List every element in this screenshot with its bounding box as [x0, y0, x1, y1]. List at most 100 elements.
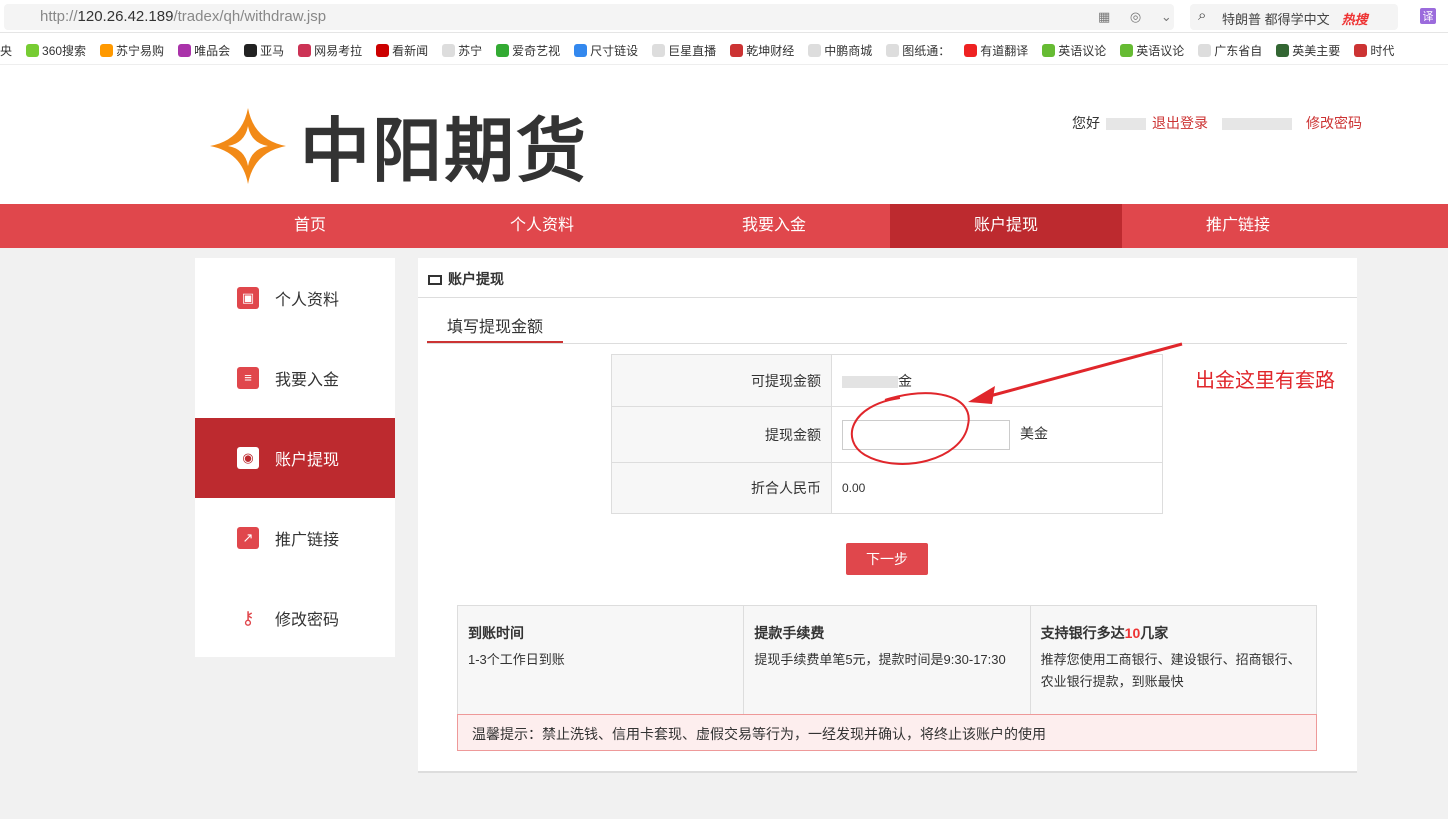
sidebar-item-withdraw[interactable]: ◉ 账户提现	[195, 418, 395, 498]
bookmark-label: 央	[0, 44, 13, 58]
contact-icon: ▣	[237, 287, 259, 309]
url-scheme: http://	[40, 8, 78, 25]
tab-divider	[427, 343, 1347, 344]
nav-deposit[interactable]: 我要入金	[658, 204, 890, 248]
bookmark-favicon-icon	[574, 44, 588, 57]
bookmark-label: 爱奇艺视	[512, 44, 561, 58]
sidebar-item-label: 修改密码	[275, 612, 340, 629]
bookmark-item[interactable]: 中鹏商城	[808, 44, 872, 58]
nav-withdraw[interactable]: 账户提现	[890, 204, 1122, 248]
bookmark-favicon-icon	[442, 44, 456, 57]
bookmark-item[interactable]: 英语议论	[1042, 44, 1106, 58]
bookmark-item[interactable]: 广东省自	[1198, 44, 1262, 58]
bookmark-favicon-icon	[244, 44, 258, 57]
sidebar-item-password[interactable]: ⚷ 修改密码	[195, 578, 395, 658]
bookmark-item[interactable]: 有道翻译	[964, 44, 1028, 58]
nav-home[interactable]: 首页	[194, 204, 426, 248]
browser-search-box[interactable]: ⌕ 特朗普 都得学中文 热搜	[1190, 4, 1398, 30]
logo[interactable]: 中阳期货	[210, 95, 588, 196]
search-text: 特朗普 都得学中文	[1222, 12, 1330, 27]
bookmark-label: 时代	[1370, 44, 1395, 58]
warning-notice: 温馨提示：禁止洗钱、信用卡套现、虚假交易等行为，一经发现并确认，将终止该账户的使…	[457, 714, 1317, 751]
nav-profile[interactable]: 个人资料	[426, 204, 658, 248]
bookmark-item[interactable]: 看新闻	[376, 44, 428, 58]
bookmark-item[interactable]: 巨星直播	[652, 44, 716, 58]
available-unit: 金	[898, 372, 912, 389]
bookmark-label: 英美主要	[1292, 44, 1341, 58]
bookmark-label: 看新闻	[392, 44, 429, 58]
bookmark-favicon-icon	[886, 44, 900, 57]
bookmark-item[interactable]: 360搜索	[26, 44, 86, 58]
available-label: 可提现金额	[611, 354, 832, 407]
bookmark-label: 图纸通：	[902, 44, 951, 58]
bookmark-label: 有道翻译	[980, 44, 1029, 58]
next-step-button[interactable]: 下一步	[846, 543, 928, 575]
rmb-label: 折合人民币	[611, 462, 832, 514]
share-icon: ↗	[237, 527, 259, 549]
sidebar-item-label: 推广链接	[275, 532, 340, 549]
bookmark-label: 唯品会	[194, 44, 231, 58]
tab-fill-amount[interactable]: 填写提现金额	[427, 300, 563, 343]
coins-icon: ≡	[237, 367, 259, 389]
bookmark-item[interactable]: 唯品会	[178, 44, 230, 58]
greeting: 您好	[1072, 115, 1100, 131]
info-text: 提现手续费单笔5元，提款时间是9:30-17:30	[754, 652, 1006, 667]
panel-title-text: 账户提现	[448, 271, 504, 287]
bookmark-item[interactable]: 乾坤财经	[730, 44, 794, 58]
bookmark-favicon-icon	[100, 44, 114, 57]
bookmarks-bar: 央 360搜索 苏宁易购 唯品会 亚马 网易考拉 看新闻 苏宁 爱奇艺视 尺寸链设 巨星直播 乾坤财经…	[0, 33, 1448, 65]
bookmark-item[interactable]: 尺寸链设	[574, 44, 638, 58]
annotation-text: 出金这里有套路	[1195, 370, 1335, 392]
bookmark-favicon-icon	[808, 44, 822, 57]
money-icon: ◉	[237, 447, 259, 469]
bookmark-favicon-icon	[1354, 44, 1368, 57]
bookmark-favicon-icon	[496, 44, 510, 57]
bookmark-item[interactable]: 英语议论	[1120, 44, 1184, 58]
withdraw-form: 可提现金额 金 提现金额 美金 折合人民币 0.00	[611, 354, 1163, 514]
logo-star-icon	[210, 107, 286, 184]
bookmark-label: 广东省自	[1214, 44, 1263, 58]
bookmark-item[interactable]: 苏宁易购	[100, 44, 164, 58]
title-part: 支持银行多达	[1040, 625, 1125, 641]
info-title: 到账时间	[468, 625, 524, 641]
bookmark-item[interactable]: 网易考拉	[298, 44, 362, 58]
bookmark-item[interactable]: 图纸通：	[886, 44, 950, 58]
bookmark-favicon-icon	[1120, 44, 1134, 57]
bookmark-item[interactable]: 央	[0, 44, 12, 58]
bookmark-favicon-icon	[26, 44, 40, 57]
sidebar-item-profile[interactable]: ▣ 个人资料	[195, 258, 395, 338]
logo-text: 中阳期货	[300, 112, 588, 190]
bookmark-favicon-icon	[1198, 44, 1212, 57]
money-icon	[428, 275, 442, 285]
sidebar-item-label: 个人资料	[275, 292, 340, 309]
bookmark-item[interactable]: 苏宁	[442, 44, 482, 58]
translate-button[interactable]: 译	[1420, 8, 1436, 24]
bookmark-item[interactable]: 亚马	[244, 44, 284, 58]
main-nav: 首页 个人资料 我要入金 账户提现 推广链接	[0, 204, 1448, 248]
info-text: 推荐您使用工商银行、建设银行、招商银行、农业银行提款，到账最快	[1040, 652, 1301, 689]
nav-referral[interactable]: 推广链接	[1122, 204, 1354, 248]
address-controls[interactable]: ▦ ◎ ⌄	[1098, 9, 1180, 25]
amount-input[interactable]	[842, 419, 1010, 450]
key-icon: ⚷	[241, 608, 255, 628]
bookmark-item[interactable]: 爱奇艺视	[496, 44, 560, 58]
bookmark-item[interactable]: 时代	[1354, 44, 1394, 58]
bookmark-favicon-icon	[376, 44, 390, 57]
url-input[interactable]: http://120.26.42.189/tradex/qh/withdraw.…	[4, 4, 1174, 30]
bookmark-favicon-icon	[730, 44, 744, 57]
amount-label: 提现金额	[611, 406, 832, 463]
change-password-link[interactable]: 修改密码	[1306, 115, 1362, 131]
site-header: 中阳期货 您好 退出登录 修改密码	[0, 65, 1448, 204]
bookmark-label: 苏宁	[458, 44, 483, 58]
bookmark-item[interactable]: 英美主要	[1276, 44, 1340, 58]
hot-search-label[interactable]: 热搜	[1342, 12, 1368, 27]
user-bar: 您好 退出登录 修改密码	[1072, 113, 1362, 133]
bookmark-label: 巨星直播	[668, 44, 717, 58]
bookmark-favicon-icon	[1042, 44, 1056, 57]
sidebar-item-referral[interactable]: ↗ 推广链接	[195, 498, 395, 578]
logout-link[interactable]: 退出登录	[1152, 115, 1208, 131]
sidebar-item-deposit[interactable]: ≡ 我要入金	[195, 338, 395, 418]
bookmark-favicon-icon	[964, 44, 978, 57]
info-title: 支持银行多达10几家	[1041, 622, 1306, 644]
bookmark-favicon-icon	[652, 44, 666, 57]
